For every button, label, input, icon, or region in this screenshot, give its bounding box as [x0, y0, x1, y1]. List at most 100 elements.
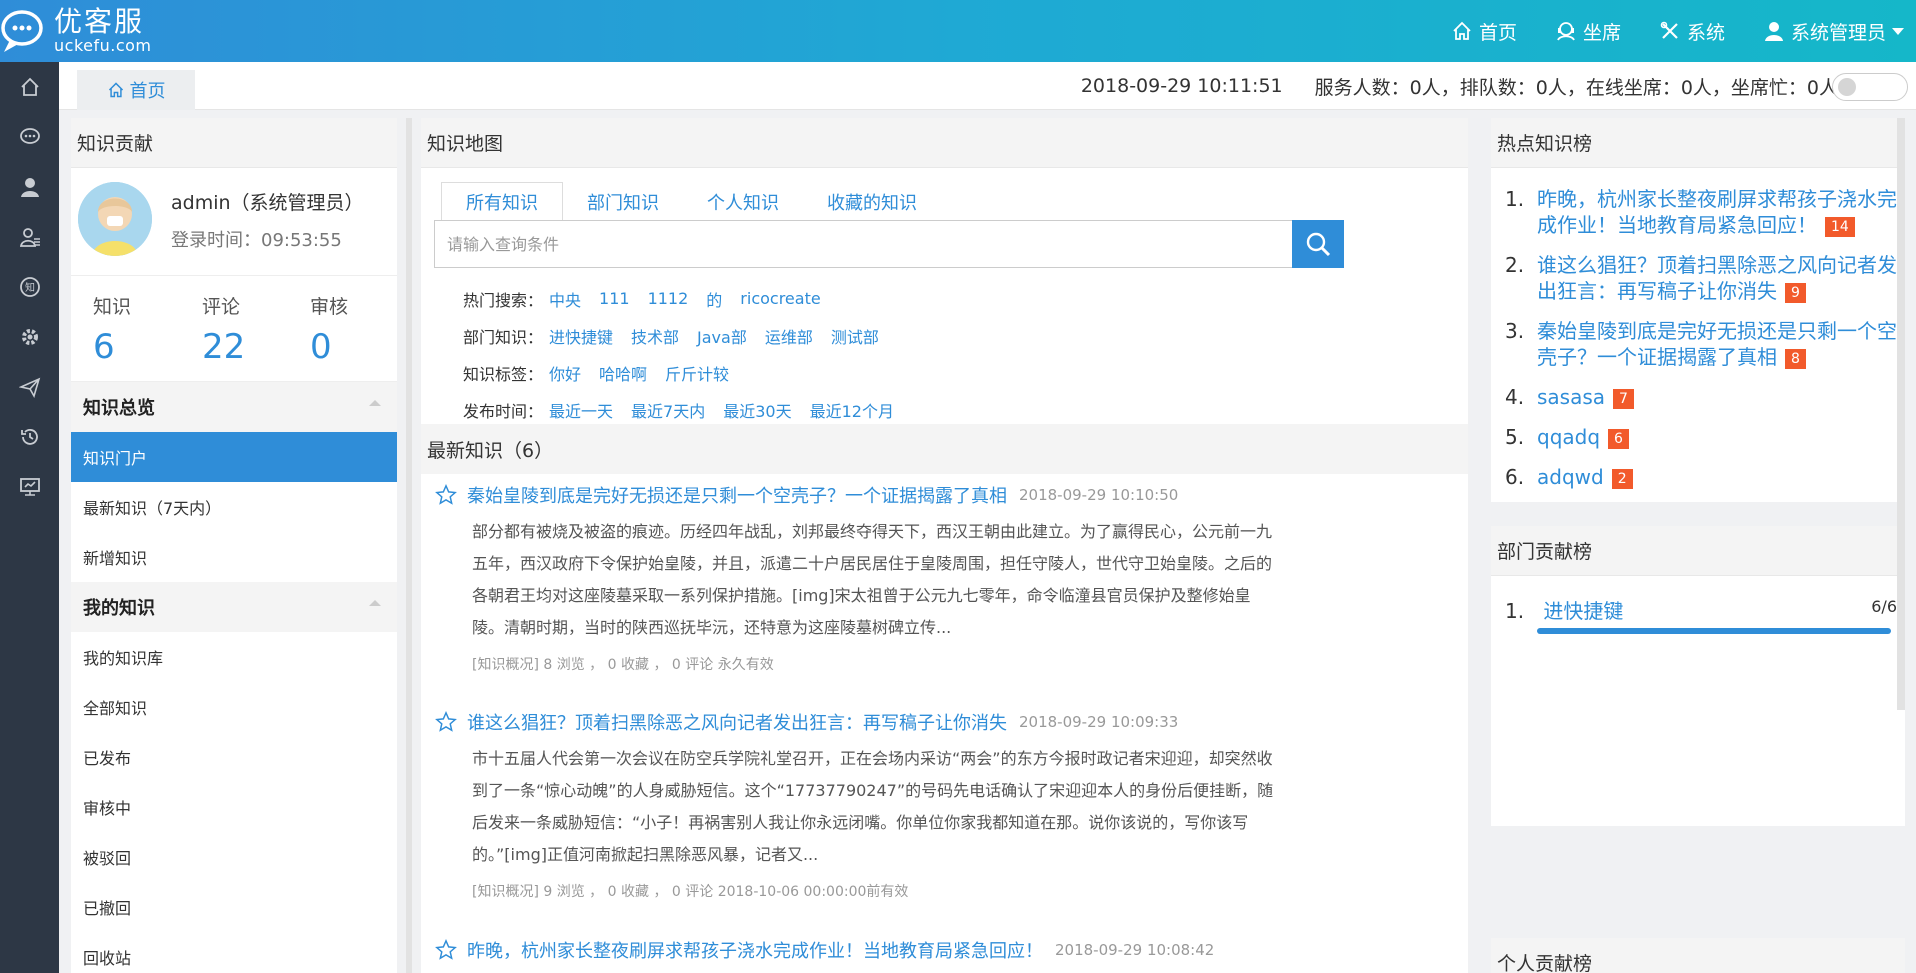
- star-icon[interactable]: [435, 484, 457, 506]
- view-count-badge: 14: [1825, 216, 1855, 237]
- nav-agent[interactable]: 坐席: [1555, 18, 1621, 45]
- nav-home[interactable]: 首页: [1451, 18, 1517, 45]
- menu-latest-knowledge[interactable]: 最新知识（7天内）: [71, 482, 397, 532]
- panel-title: 知识贡献: [71, 118, 397, 168]
- tab-dept-knowledge[interactable]: 部门知识: [563, 182, 683, 222]
- panel-title: 个人贡献榜: [1491, 938, 1905, 973]
- filter-tags: 知识标签： 你好 哈哈啊 斤斤计较: [463, 354, 912, 391]
- star-icon[interactable]: [435, 711, 457, 733]
- rank-number: 6.: [1505, 465, 1525, 489]
- filter-link[interactable]: 中央: [549, 287, 581, 311]
- tab-favorite-knowledge[interactable]: 收藏的知识: [803, 182, 941, 222]
- search-input[interactable]: [434, 220, 1294, 268]
- rail-contacts-icon[interactable]: [0, 212, 59, 262]
- article-title[interactable]: 昨晚，杭州家长整夜刷屏求帮孩子浇水完成作业！当地教育局紧急回应！: [467, 937, 1043, 963]
- menu-all-knowledge[interactable]: 全部知识: [71, 682, 397, 732]
- scrollbar[interactable]: [1897, 118, 1905, 710]
- icon-rail: 知: [0, 62, 59, 973]
- menu-new-knowledge[interactable]: 新增知识: [71, 532, 397, 582]
- overview-section-header[interactable]: 知识总览: [71, 382, 397, 432]
- dept-count: 6/6: [1871, 597, 1897, 616]
- nav-system[interactable]: 系统: [1659, 18, 1725, 45]
- article-item: 秦始皇陵到底是完好无损还是只剩一个空壳子？一个证据揭露了真相 2018-09-2…: [435, 480, 1435, 674]
- stat-knowledge[interactable]: 知识 6: [93, 292, 131, 367]
- stat-label: 审核: [310, 296, 349, 318]
- filter-link[interactable]: 技术部: [631, 324, 679, 348]
- filter-link[interactable]: 1112: [648, 289, 689, 308]
- rail-person-icon[interactable]: [0, 162, 59, 212]
- rail-history-icon[interactable]: [0, 412, 59, 462]
- article-title[interactable]: 秦始皇陵到底是完好无损还是只剩一个空壳子？一个证据揭露了真相: [467, 482, 1007, 508]
- rail-home-icon[interactable]: [0, 62, 59, 112]
- filter-link[interactable]: 最近一天: [549, 398, 613, 422]
- rail-monitor-icon[interactable]: [0, 462, 59, 512]
- knowledge-map-panel: 知识地图 所有知识 部门知识 个人知识 收藏的知识 热门搜索： 中央 111 1…: [421, 118, 1468, 973]
- menu-under-review[interactable]: 审核中: [71, 782, 397, 832]
- filter-department: 部门知识： 进快捷键 技术部 Java部 运维部 测试部: [463, 317, 912, 354]
- rail-knowledge-icon[interactable]: 知: [0, 262, 59, 312]
- nav-user-menu[interactable]: 系统管理员: [1763, 18, 1904, 45]
- filter-link[interactable]: 你好: [549, 361, 581, 385]
- avatar: [78, 182, 152, 256]
- menu-published[interactable]: 已发布: [71, 732, 397, 782]
- stat-value: 22: [202, 327, 246, 367]
- filter-label: 热门搜索：: [463, 290, 544, 310]
- dept-rank-row: 1. 进快捷键 6/6: [1505, 595, 1897, 624]
- hot-title[interactable]: 秦始皇陵到底是完好无损还是只剩一个空壳子？一个证据揭露了真相: [1537, 319, 1897, 369]
- article-title[interactable]: 谁这么猖狂？顶着扫黑除恶之风向记者发出狂言：再写稿子让你消失: [467, 709, 1007, 735]
- star-icon[interactable]: [435, 939, 457, 961]
- rank-number: 1.: [1505, 599, 1525, 623]
- menu-knowledge-portal[interactable]: 知识门户: [71, 432, 397, 482]
- rail-gear-icon[interactable]: [0, 312, 59, 362]
- filter-link[interactable]: 111: [599, 289, 630, 308]
- rail-send-icon[interactable]: [0, 362, 59, 412]
- home-icon: [108, 82, 123, 98]
- filter-publish-time: 发布时间： 最近一天 最近7天内 最近30天 最近12个月: [463, 391, 912, 428]
- filter-link[interactable]: 哈哈啊: [599, 361, 647, 385]
- latest-knowledge-header: 最新知识（6）: [421, 424, 1468, 474]
- rank-number: 3.: [1505, 319, 1525, 343]
- filter-label: 知识标签：: [463, 364, 544, 384]
- tab-home[interactable]: 首页: [77, 70, 195, 110]
- filter-link[interactable]: ricocreate: [740, 289, 820, 308]
- menu-rejected[interactable]: 被驳回: [71, 832, 397, 882]
- stat-comments[interactable]: 评论 22: [202, 292, 245, 367]
- filter-link[interactable]: Java部: [697, 324, 747, 348]
- nav-system-label: 系统: [1686, 21, 1725, 44]
- search-button[interactable]: [1292, 220, 1344, 268]
- tab-personal-knowledge[interactable]: 个人知识: [683, 182, 803, 222]
- top-bar: 优客服 uckefu.com 首页 坐席 系统 系统管理员: [0, 0, 1916, 62]
- view-count-badge: 2: [1611, 468, 1633, 489]
- filter-link[interactable]: 进快捷键: [549, 324, 613, 348]
- search-icon: [1306, 232, 1331, 257]
- filter-link[interactable]: 的: [706, 287, 722, 311]
- view-count-badge: 7: [1613, 388, 1634, 409]
- menu-withdrawn[interactable]: 已撤回: [71, 882, 397, 932]
- article-item: 谁这么猖狂？顶着扫黑除恶之风向记者发出狂言：再写稿子让你消失 2018-09-2…: [435, 707, 1435, 901]
- filter-link[interactable]: 测试部: [831, 324, 879, 348]
- scrollbar[interactable]: [406, 118, 412, 973]
- filter-link[interactable]: 最近7天内: [631, 398, 705, 422]
- article-date: 2018-09-29 10:08:42: [1055, 941, 1215, 959]
- filter-link[interactable]: 斤斤计较: [665, 361, 729, 385]
- filter-hot-search: 热门搜索： 中央 111 1112 的 ricocreate: [463, 280, 912, 317]
- hot-title[interactable]: sasasa: [1537, 385, 1605, 409]
- hot-title[interactable]: 谁这么猖狂？顶着扫黑除恶之风向记者发出狂言：再写稿子让你消失: [1537, 253, 1897, 303]
- tab-all-knowledge[interactable]: 所有知识: [441, 182, 563, 222]
- menu-recycle-bin[interactable]: 回收站: [71, 932, 397, 973]
- rail-chat-icon[interactable]: [0, 112, 59, 162]
- tab-home-label: 首页: [129, 81, 166, 102]
- filter-link[interactable]: 运维部: [765, 324, 813, 348]
- hot-title[interactable]: qqadq: [1537, 425, 1600, 449]
- busy-toggle[interactable]: [1832, 73, 1908, 101]
- stat-review[interactable]: 审核 0: [310, 292, 348, 367]
- filter-link[interactable]: 最近12个月: [810, 398, 894, 422]
- search-box: [434, 220, 1356, 268]
- menu-my-library[interactable]: 我的知识库: [71, 632, 397, 682]
- filter-link[interactable]: 最近30天: [723, 398, 791, 422]
- logo[interactable]: 优客服 uckefu.com: [0, 6, 152, 56]
- hot-title[interactable]: adqwd: [1537, 465, 1604, 489]
- view-count-badge: 8: [1785, 348, 1806, 369]
- dept-name[interactable]: 进快捷键: [1543, 599, 1623, 623]
- mine-section-header[interactable]: 我的知识: [71, 582, 397, 632]
